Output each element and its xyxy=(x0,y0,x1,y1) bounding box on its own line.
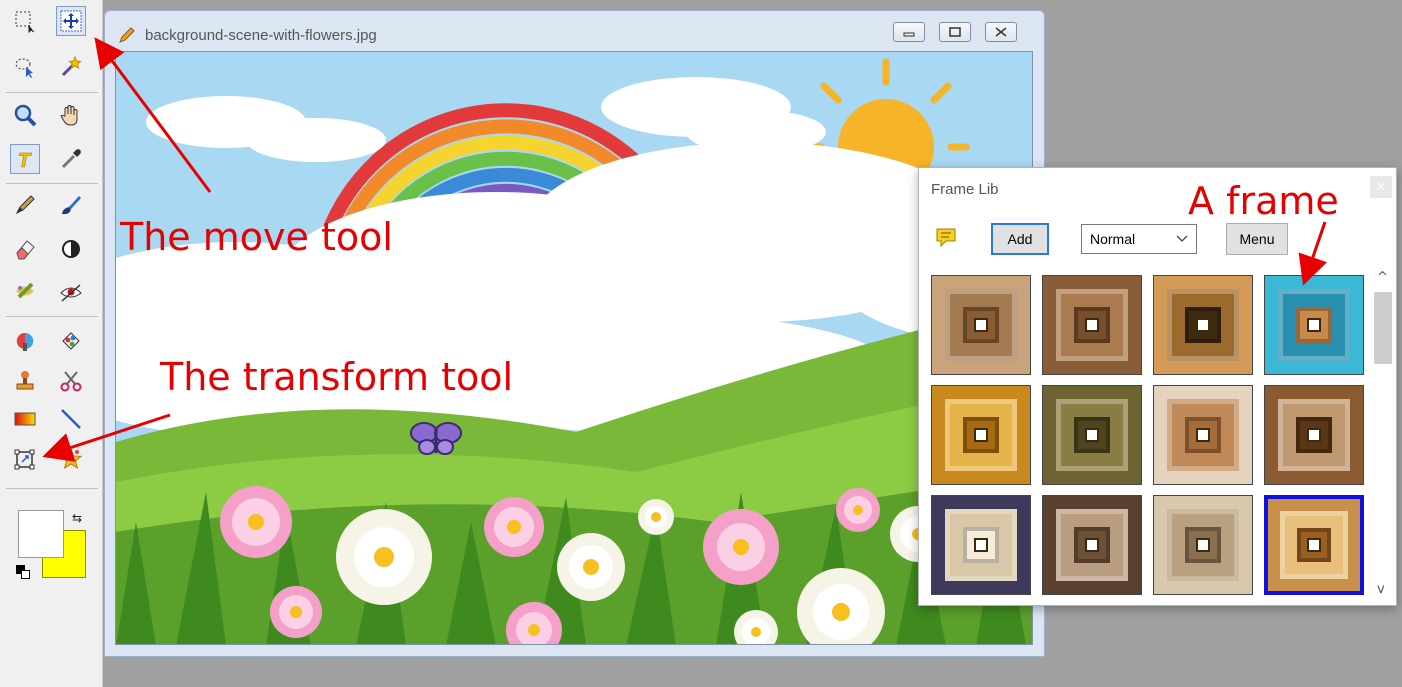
smudge-tool[interactable] xyxy=(10,276,40,306)
frame-thumbnail[interactable] xyxy=(1153,495,1253,595)
frame-thumbnail[interactable] xyxy=(931,385,1031,485)
eyedropper-icon xyxy=(61,149,81,169)
scroll-down-arrow[interactable]: v xyxy=(1377,582,1385,597)
vertical-scrollbar[interactable]: ^ v xyxy=(1371,268,1395,604)
close-icon xyxy=(995,27,1007,37)
frame-thumbnail[interactable] xyxy=(1153,385,1253,485)
toolbar-divider xyxy=(6,316,98,317)
scrollbar-thumb[interactable] xyxy=(1374,292,1392,364)
frame-thumbnail[interactable] xyxy=(931,495,1031,595)
contrast-tool[interactable] xyxy=(56,234,86,264)
close-icon: × xyxy=(1375,179,1387,195)
frame-thumbnail[interactable] xyxy=(931,275,1031,375)
hand-icon xyxy=(60,105,78,126)
frame-thumbnail[interactable] xyxy=(1042,495,1142,595)
frame-thumbnail[interactable] xyxy=(1042,385,1142,485)
text-tool[interactable]: T xyxy=(10,144,40,174)
menu-button[interactable]: Menu xyxy=(1226,223,1288,255)
toolbar-divider xyxy=(6,488,98,489)
magic-wand-tool[interactable] xyxy=(56,52,86,82)
butterfly xyxy=(410,422,462,455)
brush-tool[interactable] xyxy=(56,190,86,220)
color-replace-tool[interactable] xyxy=(56,326,86,356)
blend-mode-select[interactable]: Normal xyxy=(1081,224,1197,254)
panel-title: Frame Lib xyxy=(931,181,999,198)
panel-close-button[interactable]: × xyxy=(1370,176,1392,198)
close-button[interactable] xyxy=(985,22,1017,42)
move-tool-annotation: The move tool xyxy=(120,215,393,259)
swap-colors-icon[interactable]: ⇆ xyxy=(72,511,82,525)
frame-thumbnail[interactable] xyxy=(1042,275,1142,375)
eraser-icon xyxy=(16,240,35,260)
toolbar-divider xyxy=(6,92,98,93)
frame-thumbnail[interactable] xyxy=(1264,495,1364,595)
scene-image xyxy=(116,52,1032,644)
restore-button[interactable] xyxy=(939,22,971,42)
foreground-color-swatch[interactable] xyxy=(18,510,64,558)
magic-wand-icon xyxy=(61,55,82,77)
frame-thumbnail[interactable] xyxy=(1153,275,1253,375)
add-label: Add xyxy=(1007,231,1033,247)
gradient-tool[interactable] xyxy=(10,404,40,434)
menu-label: Menu xyxy=(1239,231,1275,247)
transform-tool[interactable] xyxy=(10,444,40,474)
clone-icon xyxy=(16,332,34,351)
contrast-icon xyxy=(62,240,80,258)
scissors-icon xyxy=(60,371,82,392)
rect-select-icon xyxy=(15,11,35,33)
frame-thumbnail[interactable] xyxy=(1264,275,1364,375)
scissors-tool[interactable] xyxy=(56,366,86,396)
move-tool[interactable] xyxy=(56,6,86,36)
image-canvas[interactable] xyxy=(115,51,1033,645)
lasso-select-tool[interactable] xyxy=(10,52,40,82)
eraser-tool[interactable] xyxy=(10,234,40,264)
scroll-up-arrow[interactable]: ^ xyxy=(1377,270,1388,285)
line-tool[interactable] xyxy=(56,404,86,434)
star-icon xyxy=(59,447,83,470)
restore-icon xyxy=(949,27,961,37)
comment-icon[interactable] xyxy=(935,226,957,248)
minimize-icon xyxy=(903,32,915,37)
svg-text:T: T xyxy=(18,150,32,171)
color-replace-icon xyxy=(62,332,80,350)
hand-tool[interactable] xyxy=(56,100,86,130)
frame-lib-panel: Frame Lib × Add Normal Menu ^ v xyxy=(918,167,1397,606)
red-eye-icon xyxy=(60,284,82,302)
smudge-icon xyxy=(16,282,34,299)
transform-icon xyxy=(14,449,35,470)
frame-annotation: A frame xyxy=(1188,179,1339,223)
clone-tool[interactable] xyxy=(10,326,40,356)
add-button[interactable]: Add xyxy=(991,223,1049,255)
rect-select-tool[interactable] xyxy=(10,6,40,36)
pencil-icon xyxy=(15,195,35,215)
blend-mode-value: Normal xyxy=(1090,231,1136,247)
tool-palette: T ⇆ xyxy=(0,0,103,687)
brush-icon xyxy=(62,196,81,215)
star-shape-tool[interactable] xyxy=(56,444,86,474)
stamp-tool[interactable] xyxy=(10,366,40,396)
text-tool-icon: T xyxy=(18,150,33,171)
pencil-tool[interactable] xyxy=(10,190,40,220)
minimize-button[interactable] xyxy=(893,22,925,42)
chevron-down-icon xyxy=(1176,235,1188,242)
toolbar-divider xyxy=(6,183,98,184)
zoom-tool[interactable] xyxy=(10,100,40,130)
default-colors-icon[interactable] xyxy=(16,565,30,579)
stamp-icon xyxy=(16,371,34,390)
line-icon xyxy=(61,409,81,429)
document-window: background-scene-with-flowers.jpg xyxy=(104,10,1045,657)
frame-thumbnail-grid xyxy=(919,268,1369,604)
magnifier-icon xyxy=(14,104,37,127)
gradient-icon xyxy=(14,412,36,426)
transform-tool-annotation: The transform tool xyxy=(160,355,514,399)
red-eye-tool[interactable] xyxy=(56,276,86,306)
frame-thumbnail[interactable] xyxy=(1264,385,1364,485)
eyedropper-tool[interactable] xyxy=(56,144,86,174)
pencil-icon xyxy=(119,27,135,43)
move-icon xyxy=(60,10,82,32)
document-title: background-scene-with-flowers.jpg xyxy=(145,27,377,44)
lasso-icon xyxy=(15,58,33,78)
